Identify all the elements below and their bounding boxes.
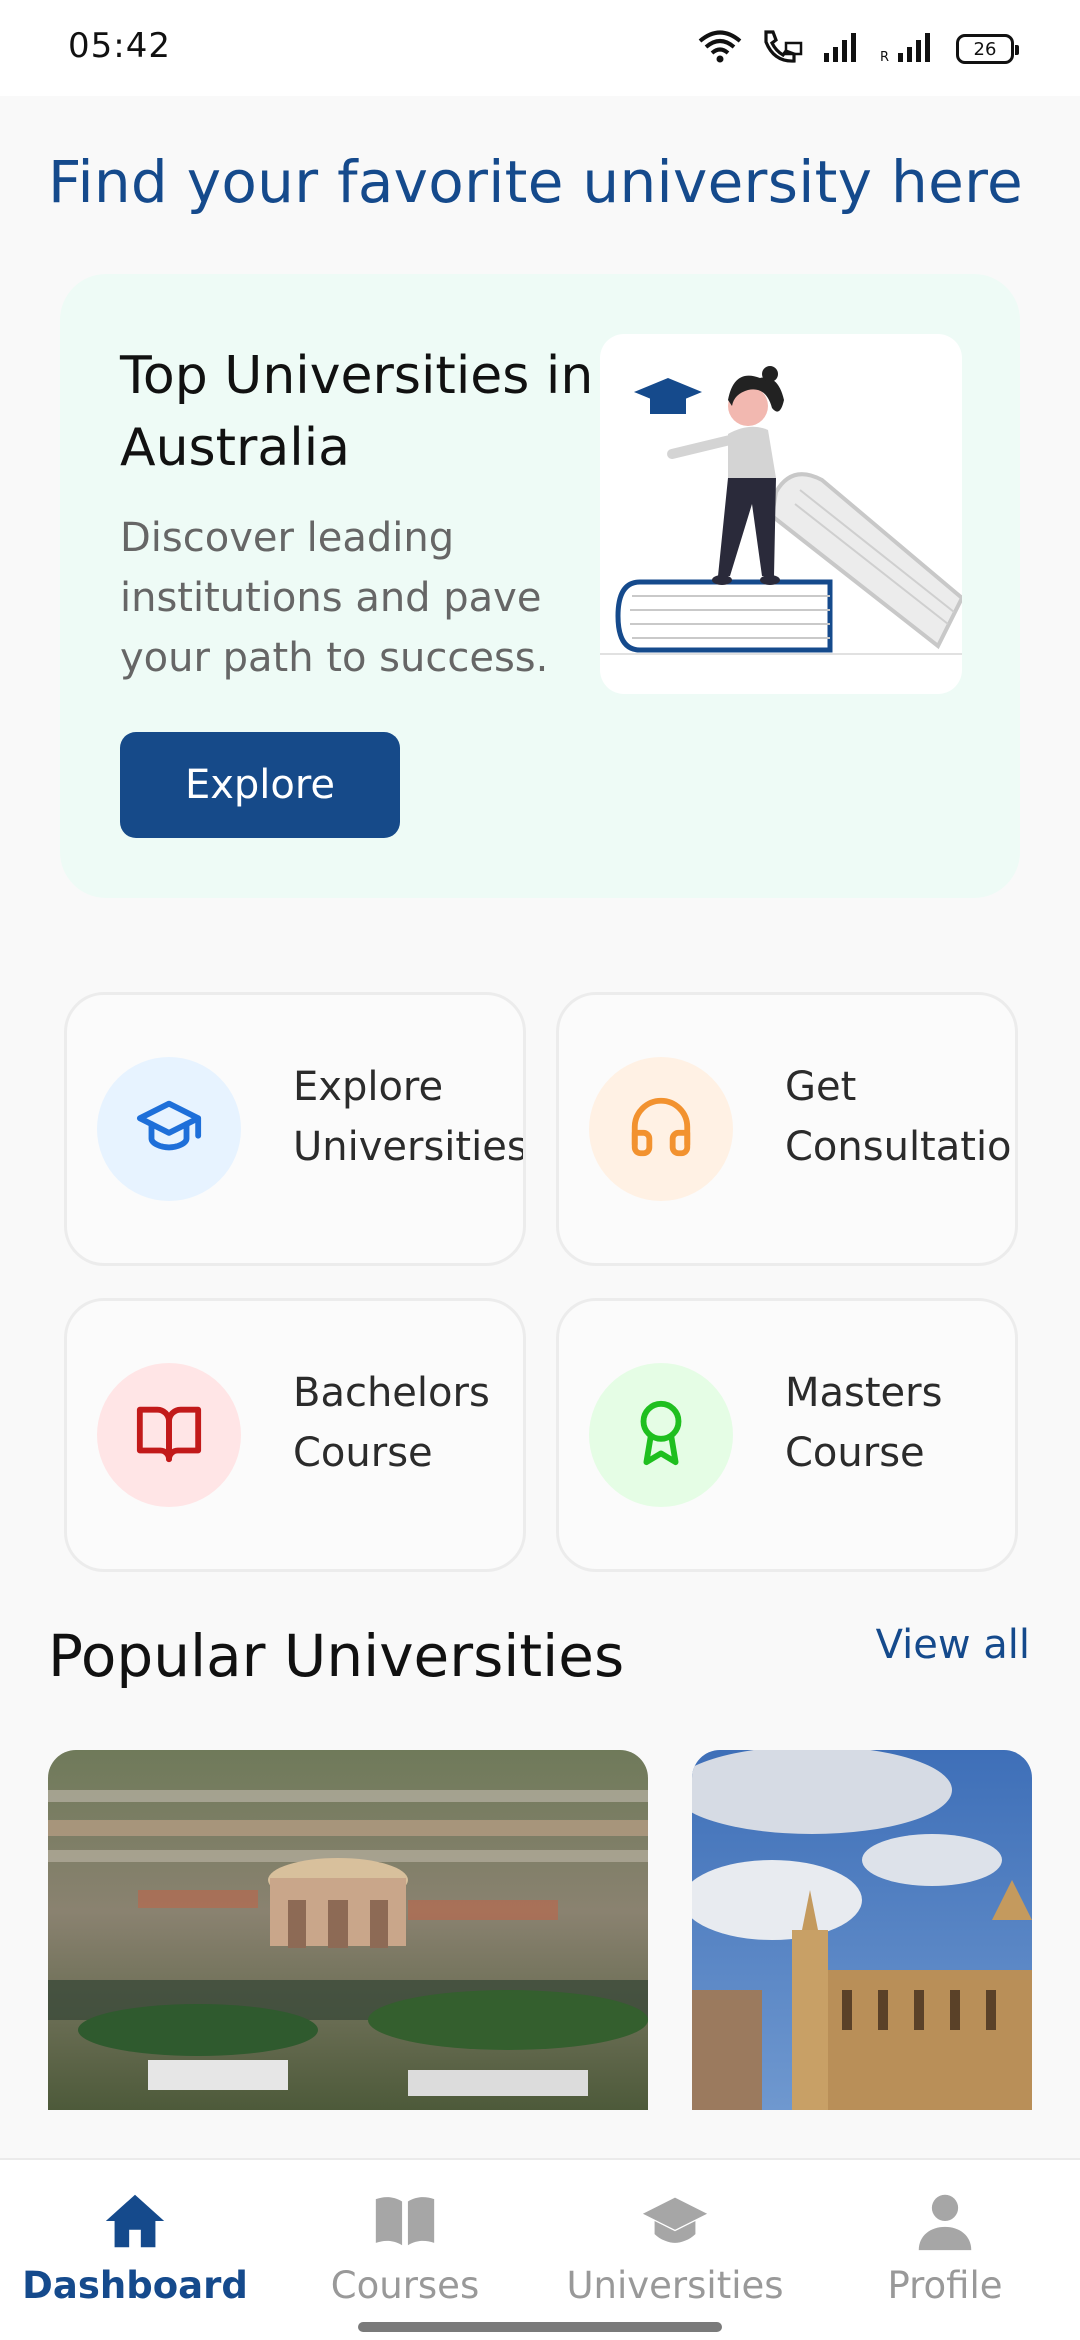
tile-label: Explore Universities bbox=[293, 1064, 526, 1170]
masters-course-tile[interactable]: Masters Course bbox=[556, 1298, 1018, 1572]
home-icon bbox=[105, 2194, 165, 2248]
nav-item-universities[interactable]: Universities bbox=[540, 2186, 810, 2316]
battery-icon: 26 bbox=[956, 34, 1019, 64]
icon-circle bbox=[97, 1057, 241, 1201]
section-title: Popular Universities bbox=[48, 1622, 625, 1690]
icon-circle bbox=[589, 1057, 733, 1201]
icon-circle bbox=[97, 1363, 241, 1507]
bachelors-course-tile[interactable]: Bachelors Course bbox=[64, 1298, 526, 1572]
status-time: 05:42 bbox=[68, 26, 171, 66]
nav-label: Universities bbox=[566, 2264, 784, 2307]
graduation-cap-icon bbox=[134, 1092, 204, 1166]
get-consultation-tile[interactable]: Get Consultation bbox=[556, 992, 1018, 1266]
graduation-cap-icon bbox=[642, 2197, 708, 2243]
roaming-signal-icon: R bbox=[880, 31, 938, 67]
promo-banner: Top Universities in Australia Discover l… bbox=[60, 274, 1020, 898]
bottom-nav: Dashboard Courses Universities Profile bbox=[0, 2158, 1080, 2340]
tile-label: Bachelors Course bbox=[293, 1370, 490, 1476]
icon-circle bbox=[589, 1363, 733, 1507]
banner-title: Top Universities in Australia bbox=[120, 346, 594, 478]
nav-label: Profile bbox=[887, 2264, 1003, 2307]
status-bar: 05:42 R 26 bbox=[0, 0, 1080, 96]
view-all-link[interactable]: View all bbox=[876, 1622, 1030, 1668]
university-photo bbox=[48, 1750, 648, 2110]
person-icon bbox=[918, 2194, 972, 2251]
page-title: Find your favorite university here bbox=[48, 148, 1023, 216]
nav-item-profile[interactable]: Profile bbox=[810, 2186, 1080, 2316]
nav-item-courses[interactable]: Courses bbox=[270, 2186, 540, 2316]
nav-item-dashboard[interactable]: Dashboard bbox=[0, 2186, 270, 2316]
nav-label: Courses bbox=[330, 2264, 480, 2307]
banner-description: Discover leading institutions and pave y… bbox=[120, 515, 549, 681]
signal-icon bbox=[822, 31, 862, 67]
open-book-icon bbox=[134, 1398, 204, 1472]
wifi-call-icon bbox=[760, 28, 804, 70]
status-icons: R 26 bbox=[698, 28, 1019, 70]
university-card[interactable] bbox=[692, 1750, 1032, 2110]
award-ribbon-icon bbox=[626, 1398, 696, 1472]
tile-label: Masters Course bbox=[785, 1370, 943, 1476]
student-illustration bbox=[600, 334, 962, 694]
explore-button[interactable]: Explore bbox=[120, 732, 400, 838]
book-icon bbox=[375, 2197, 435, 2246]
headphones-icon bbox=[626, 1092, 696, 1166]
university-photo bbox=[692, 1750, 1032, 2110]
svg-text:R: R bbox=[880, 50, 889, 63]
university-card[interactable] bbox=[48, 1750, 648, 2110]
wifi-icon bbox=[698, 30, 742, 68]
home-indicator bbox=[358, 2322, 722, 2332]
tile-label: Get Consultation bbox=[785, 1064, 1018, 1170]
explore-universities-tile[interactable]: Explore Universities bbox=[64, 992, 526, 1266]
nav-label: Dashboard bbox=[22, 2264, 248, 2307]
